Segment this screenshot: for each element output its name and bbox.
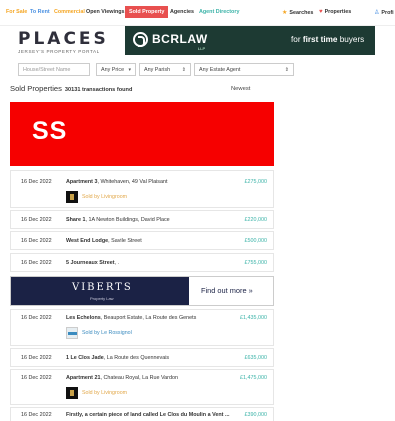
logo-tagline: JERSEY'S PROPERTY PORTAL bbox=[18, 49, 100, 54]
nav-agent-directory[interactable]: Agent Directory bbox=[199, 9, 239, 15]
properties-link[interactable]: ♥ Properties bbox=[319, 9, 351, 15]
heart-icon: ♥ bbox=[319, 9, 323, 15]
estate-agent-select[interactable]: Any Estate Agent ⇕ bbox=[194, 63, 294, 76]
transaction-row[interactable]: 16 Dec 2022 5 Journeaux Street, . £755,0… bbox=[10, 253, 274, 272]
nav-to-rent[interactable]: To Rent bbox=[30, 9, 50, 15]
transaction-date: 16 Dec 2022 bbox=[21, 375, 52, 381]
viberts-brand-panel: VIBERTS Property Law bbox=[11, 277, 189, 305]
profile-link[interactable]: ♙ Profi bbox=[374, 9, 394, 16]
transaction-address: 5 Journeaux Street, . bbox=[66, 260, 120, 266]
sold-by-link[interactable]: Sold by Livingroom bbox=[82, 390, 127, 396]
transaction-address: 1 Le Clos Jade, La Route des Quennevais bbox=[66, 355, 170, 361]
transaction-price: £1,475,000 bbox=[240, 375, 267, 381]
transaction-date: 16 Dec 2022 bbox=[21, 355, 52, 361]
transaction-count: 30131 transactions found bbox=[64, 87, 133, 93]
find-out-more-button[interactable]: Find out more » bbox=[201, 286, 253, 295]
transaction-row[interactable]: 16 Dec 2022 Apartment 3, Whitehaven, 49 … bbox=[10, 170, 274, 208]
price-select[interactable]: Any Price ▾ bbox=[96, 63, 136, 76]
updown-icon: ⇕ bbox=[181, 67, 186, 73]
bcrlaw-llp: LLP bbox=[198, 46, 206, 51]
bcrlaw-tagline: for first time buyers bbox=[291, 35, 365, 44]
street-name-input[interactable]: House/Street Name bbox=[18, 63, 90, 76]
viberts-banner-ad[interactable]: VIBERTS Property Law Find out more » bbox=[10, 276, 274, 306]
transaction-row[interactable]: 16 Dec 2022 Les Echelons, Beauport Estat… bbox=[10, 309, 274, 346]
updown-icon: ⇕ bbox=[284, 67, 289, 73]
transaction-row[interactable]: 16 Dec 2022 Share 1, 1A Newton Buildings… bbox=[10, 210, 274, 229]
agent-logo bbox=[66, 327, 78, 339]
transaction-price: £635,000 bbox=[244, 355, 267, 361]
searches-link[interactable]: ★ Searches bbox=[282, 9, 313, 16]
page-title: Sold Properties 30131 transactions found bbox=[10, 84, 133, 93]
transaction-price: £755,000 bbox=[244, 260, 267, 266]
top-nav: For Sale To Rent Commercial Open Viewing… bbox=[0, 0, 395, 26]
transaction-address: Les Echelons, Beauport Estate, La Route … bbox=[66, 315, 197, 321]
bcrlaw-brand: BCRLAW bbox=[152, 32, 208, 46]
red-banner-ad[interactable]: SS bbox=[10, 102, 274, 166]
transaction-price: £390,000 bbox=[244, 412, 267, 418]
transaction-row[interactable]: 16 Dec 2022 1 Le Clos Jade, La Route des… bbox=[10, 348, 274, 367]
bcrlaw-logo-icon bbox=[133, 32, 148, 47]
places-logo[interactable]: PLACES JERSEY'S PROPERTY PORTAL bbox=[18, 30, 108, 54]
transaction-address: Firstly, a certain piece of land called … bbox=[66, 412, 230, 418]
viberts-logo: VIBERTS bbox=[72, 282, 133, 293]
transaction-date: 16 Dec 2022 bbox=[21, 238, 52, 244]
transaction-address: West End Lodge, Savile Street bbox=[66, 238, 142, 244]
transaction-address: Apartment 21, Chateau Royal, La Rue Vard… bbox=[66, 375, 178, 381]
transaction-date: 16 Dec 2022 bbox=[21, 412, 52, 418]
transaction-date: 16 Dec 2022 bbox=[21, 217, 52, 223]
sort-select[interactable]: Newest bbox=[231, 86, 250, 92]
sold-by-link[interactable]: Sold by Livingroom bbox=[82, 194, 127, 200]
nav-agencies[interactable]: Agencies bbox=[170, 9, 194, 15]
nav-sold-property[interactable]: Sold Property bbox=[125, 6, 169, 18]
transaction-address: Apartment 3, Whitehaven, 49 Val Plaisant bbox=[66, 179, 168, 185]
viberts-subtitle: Property Law bbox=[90, 296, 114, 301]
nav-for-sale[interactable]: For Sale bbox=[6, 9, 27, 15]
transaction-price: £1,435,000 bbox=[240, 315, 267, 321]
transaction-price: £275,000 bbox=[244, 179, 267, 185]
chevron-down-icon: ▾ bbox=[128, 67, 131, 73]
transaction-date: 16 Dec 2022 bbox=[21, 179, 52, 185]
nav-commercial[interactable]: Commercial bbox=[54, 9, 85, 15]
agent-logo bbox=[66, 191, 78, 203]
ad-text: SS bbox=[32, 117, 68, 145]
transaction-address: Share 1, 1A Newton Buildings, David Plac… bbox=[66, 217, 170, 223]
transaction-row[interactable]: 16 Dec 2022 Firstly, a certain piece of … bbox=[10, 407, 274, 421]
transaction-price: £220,000 bbox=[244, 217, 267, 223]
parish-select[interactable]: Any Parish ⇕ bbox=[139, 63, 191, 76]
sold-by-link[interactable]: Sold by Le Rossignol bbox=[82, 330, 132, 336]
agent-logo bbox=[66, 387, 78, 399]
transaction-row[interactable]: 16 Dec 2022 West End Lodge, Savile Stree… bbox=[10, 231, 274, 250]
transaction-date: 16 Dec 2022 bbox=[21, 315, 52, 321]
transaction-date: 16 Dec 2022 bbox=[21, 260, 52, 266]
user-icon: ♙ bbox=[374, 10, 380, 16]
bcrlaw-banner-ad[interactable]: BCRLAW LLP for first time buyers bbox=[125, 26, 375, 55]
nav-open-viewings[interactable]: Open Viewings bbox=[86, 9, 125, 15]
logo-wordmark: PLACES bbox=[18, 29, 109, 49]
star-icon: ★ bbox=[282, 10, 288, 16]
transaction-row[interactable]: 16 Dec 2022 Apartment 21, Chateau Royal,… bbox=[10, 369, 274, 405]
transaction-price: £500,000 bbox=[244, 238, 267, 244]
